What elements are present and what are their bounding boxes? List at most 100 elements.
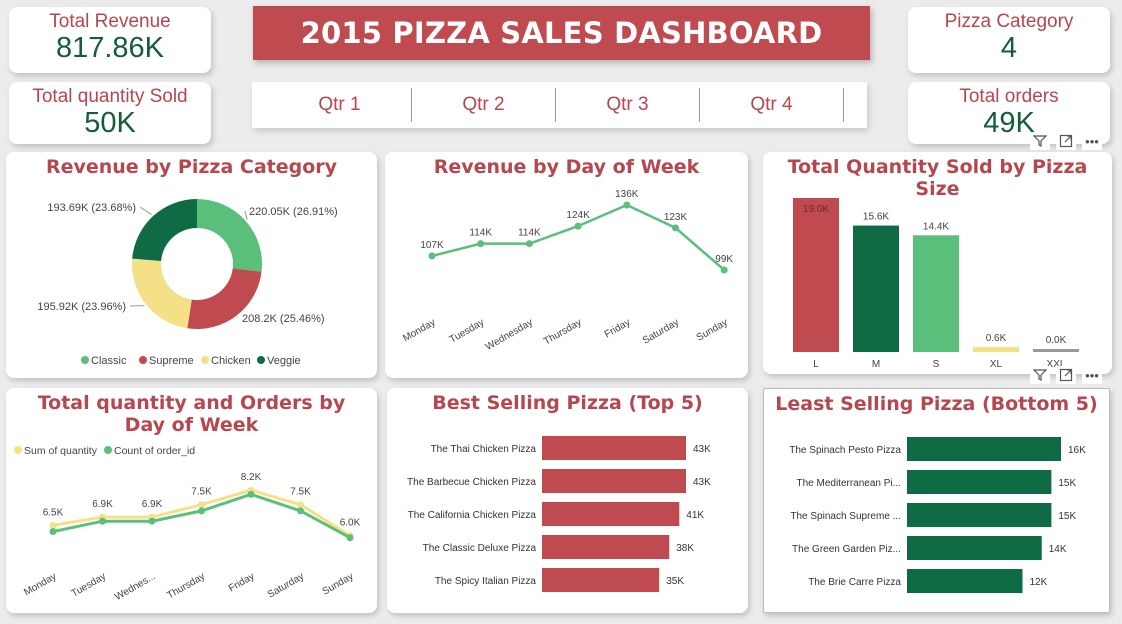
data-label: 43K (693, 444, 711, 455)
x-tick-label: Monday (22, 571, 58, 598)
data-point (247, 490, 255, 498)
data-label: 19.0K (803, 204, 829, 215)
data-label: 6.0K (340, 518, 361, 529)
data-label: 12K (1030, 577, 1048, 588)
data-label: 124K (566, 210, 590, 221)
x-tick-label: L (813, 359, 819, 370)
data-label: 0.0K (1046, 335, 1067, 346)
more-options-icon[interactable]: ••• (1082, 366, 1102, 384)
line-chart: 107K Monday 114K Tuesday 114K Wednesday 124K Th… (401, 189, 733, 353)
x-tick-label: Saturday (266, 571, 306, 601)
legend-label: Supreme (149, 355, 194, 367)
slicer-item-qtr4[interactable]: Qtr 4 (700, 88, 844, 122)
slicer-item-qtr2[interactable]: Qtr 2 (412, 88, 556, 122)
data-label: 6.9K (92, 499, 113, 510)
x-tick-label: XL (990, 359, 1003, 370)
bar (907, 437, 1061, 461)
best-selling-card[interactable]: Best Selling Pizza (Top 5) The Thai Chic… (387, 388, 748, 613)
data-label: 8.2K (241, 472, 262, 483)
x-tick-label: Thursday (542, 317, 584, 347)
data-label: 7.5K (290, 487, 311, 498)
line-chart: Sum of quantity Count of order_id 6.5K Mond… (14, 445, 361, 603)
leader-line (244, 210, 248, 220)
data-label: 16K (1068, 445, 1086, 456)
data-label: 6.5K (43, 507, 64, 518)
data-label: 14K (1049, 544, 1067, 555)
kpi-total-revenue[interactable]: Total Revenue 817.86K (9, 7, 211, 73)
bar (542, 502, 680, 526)
legend-marker (139, 356, 147, 364)
x-tick-label: Sunday (321, 571, 356, 597)
y-tick-label: The Thai Chicken Pizza (431, 444, 537, 455)
data-label: 136K (615, 189, 639, 200)
y-tick-label: The Barbecue Chicken Pizza (407, 477, 536, 488)
quantity-orders-by-day-card[interactable]: Total quantity and Orders by Day of Week… (6, 388, 377, 613)
x-tick-label: Monday (401, 317, 437, 344)
x-tick-label: Friday (603, 317, 633, 340)
kpi-pizza-category[interactable]: Pizza Category 4 (908, 7, 1110, 73)
legend-marker (14, 446, 22, 454)
data-label: 123K (664, 212, 688, 223)
legend-marker (257, 356, 265, 364)
data-label: 195.92K (23.96%) (37, 301, 126, 313)
data-label: 14.4K (923, 221, 949, 232)
kpi-label: Pizza Category (944, 11, 1074, 32)
kpi-total-quantity[interactable]: Total quantity Sold 50K (9, 82, 211, 144)
x-tick-label: M (872, 359, 880, 370)
filter-icon[interactable] (1030, 132, 1050, 150)
bar (907, 536, 1042, 560)
data-point (49, 521, 57, 529)
data-point (346, 534, 354, 542)
legend-label: Classic (91, 355, 127, 367)
kpi-value: 817.86K (55, 32, 165, 64)
data-label: 7.5K (191, 487, 212, 498)
data-label: 114K (469, 228, 492, 239)
bar (907, 569, 1023, 593)
revenue-by-day-card[interactable]: Revenue by Day of Week 107K Monday 114K Tue… (385, 152, 748, 378)
revenue-by-category-card[interactable]: Revenue by Pizza Category 220.05K (26.91… (6, 152, 377, 378)
data-point (428, 252, 436, 260)
data-point (148, 517, 156, 525)
least-selling-card[interactable]: Least Selling Pizza (Bottom 5) The Spina… (763, 388, 1110, 613)
quantity-by-size-card[interactable]: Total Quantity Sold by Pizza Size 19.0K L… (763, 152, 1112, 374)
y-tick-label: The Spinach Supreme ... (790, 511, 901, 522)
y-tick-label: The Spicy Italian Pizza (435, 576, 537, 587)
y-tick-label: The Green Garden Piz... (792, 544, 901, 555)
kpi-label: Total quantity Sold (32, 86, 188, 107)
y-tick-label: The Spinach Pesto Pizza (789, 445, 901, 456)
bar (907, 470, 1052, 494)
slicer-item-qtr1[interactable]: Qtr 1 (268, 88, 412, 122)
data-label: 15K (1058, 478, 1076, 489)
data-point (525, 240, 533, 248)
data-point (198, 501, 205, 509)
x-tick-label: Friday (227, 571, 257, 594)
data-point (297, 501, 304, 509)
more-options-icon[interactable]: ••• (1082, 132, 1102, 150)
data-label: 114K (518, 228, 541, 239)
filter-icon[interactable] (1030, 366, 1050, 384)
quarter-slicer: Qtr 1 Qtr 2 Qtr 3 Qtr 4 (252, 82, 867, 128)
data-label: 15K (1058, 511, 1076, 522)
data-label: 43K (693, 477, 711, 488)
data-point (574, 222, 582, 230)
x-tick-label: Saturday (641, 317, 681, 347)
data-label: 193.69K (23.68%) (47, 202, 136, 214)
focus-mode-icon[interactable] (1056, 366, 1076, 384)
x-tick-label: Thursday (165, 571, 207, 601)
data-label: 41K (686, 510, 704, 521)
slicer-item-qtr3[interactable]: Qtr 3 (556, 88, 700, 122)
focus-mode-icon[interactable] (1056, 132, 1076, 150)
data-point (99, 517, 106, 525)
donut-slice (132, 258, 192, 329)
legend-label: Veggie (267, 355, 301, 367)
dashboard-title: 2015 PIZZA SALES DASHBOARD (300, 16, 823, 50)
bar (1033, 349, 1079, 352)
column-chart: 19.0KL15.6KM14.4KS0.6KXL0.0KXXL (793, 198, 1079, 370)
bar-chart: The Thai Chicken Pizza 43K The Barbecue Ch… (407, 436, 711, 592)
bar (542, 469, 686, 493)
y-tick-label: The California Chicken Pizza (408, 510, 537, 521)
y-tick-label: The Mediterranean Pi... (797, 478, 902, 489)
data-point (198, 507, 205, 515)
data-label: 208.2K (25.46%) (242, 313, 325, 325)
kpi-label: Total Revenue (49, 11, 171, 32)
